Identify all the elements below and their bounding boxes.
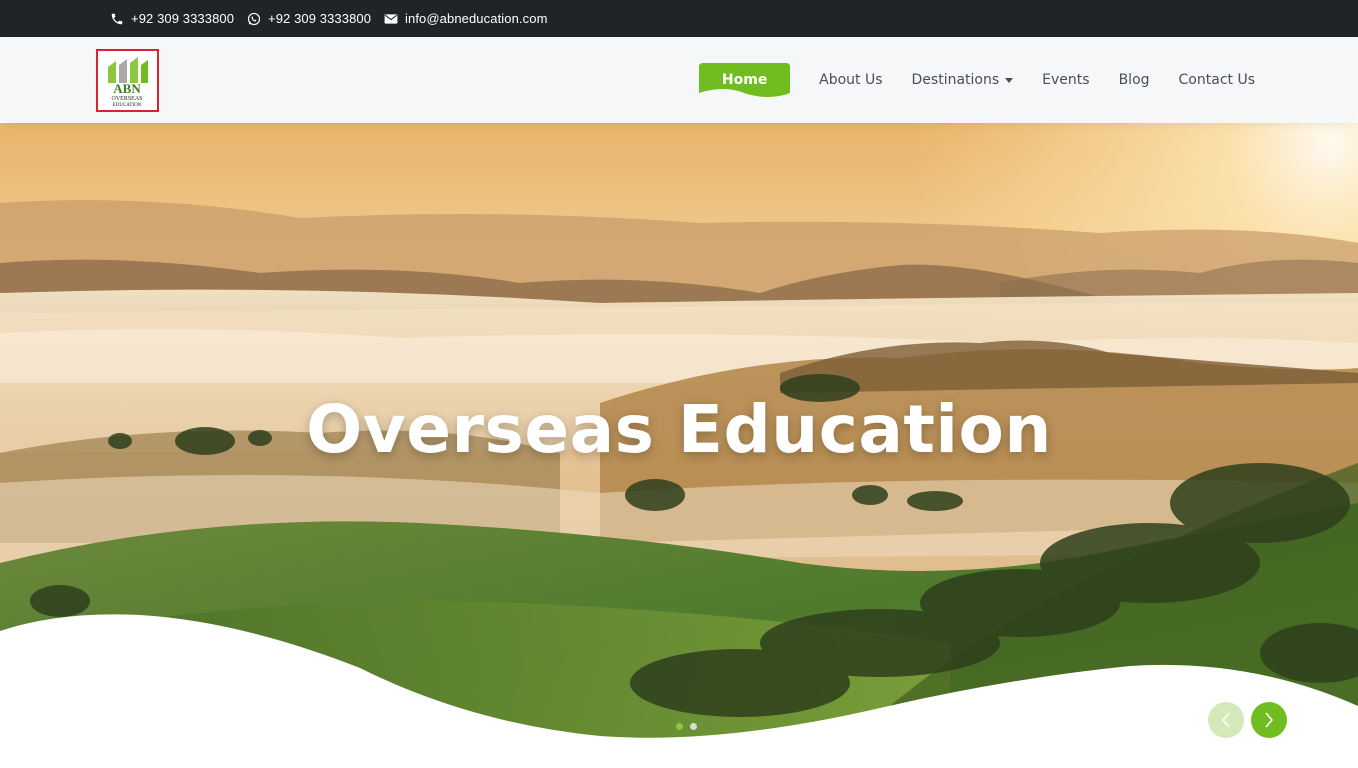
caret-down-icon [1005,78,1014,83]
abn-logo-graphic: ABN OVERSEAS EDUCATION [108,57,148,108]
logo-line-2: EDUCATION [113,103,142,108]
slider-next-button[interactable] [1251,702,1287,738]
nav-blog-label: Blog [1118,72,1150,88]
nav-home-label: Home [721,72,768,88]
nav-home[interactable]: Home [699,62,791,98]
nav-contact-us-label: Contact Us [1178,72,1255,88]
phone-number[interactable]: +92 309 3333800 [131,11,234,26]
chevron-right-icon [1265,712,1274,728]
nav-events-label: Events [1042,72,1090,88]
logo-letters: ABN [113,81,141,96]
nav-destinations-label: Destinations [911,72,1000,88]
hero-slider: Overseas Education [0,123,1358,768]
whatsapp-number[interactable]: +92 309 3333800 [268,11,371,26]
mail-icon [384,13,398,24]
top-contact-bar: +92 309 3333800 +92 309 3333800 info@abn… [0,0,1358,37]
email-address[interactable]: info@abneducation.com [405,11,548,26]
main-nav: Home About Us Destinations Events Blog C… [699,37,1255,123]
nav-about-us-label: About Us [819,72,883,88]
phone-contact[interactable]: +92 309 3333800 [110,0,234,37]
phone-icon [111,13,123,24]
whatsapp-contact[interactable]: +92 309 3333800 [247,0,371,37]
site-logo[interactable]: ABN OVERSEAS EDUCATION [96,49,159,112]
nav-events[interactable]: Events [1042,72,1089,88]
hero-bottom-wave [0,614,1358,768]
logo-line-1: OVERSEAS [111,96,142,102]
nav-about-us[interactable]: About Us [819,72,882,88]
slider-dot-2[interactable] [690,723,697,730]
site-header: ABN OVERSEAS EDUCATION Home About Us Des… [0,37,1358,123]
chevron-left-icon [1221,712,1230,728]
nav-blog[interactable]: Blog [1119,72,1150,88]
slider-dot-1[interactable] [676,723,683,730]
nav-destinations-dropdown[interactable]: Destinations [912,72,1014,88]
slider-prev-button[interactable] [1208,702,1244,738]
email-contact[interactable]: info@abneducation.com [384,0,548,37]
slider-dots [676,723,697,730]
whatsapp-icon [247,12,261,25]
nav-contact-us[interactable]: Contact Us [1179,72,1255,88]
